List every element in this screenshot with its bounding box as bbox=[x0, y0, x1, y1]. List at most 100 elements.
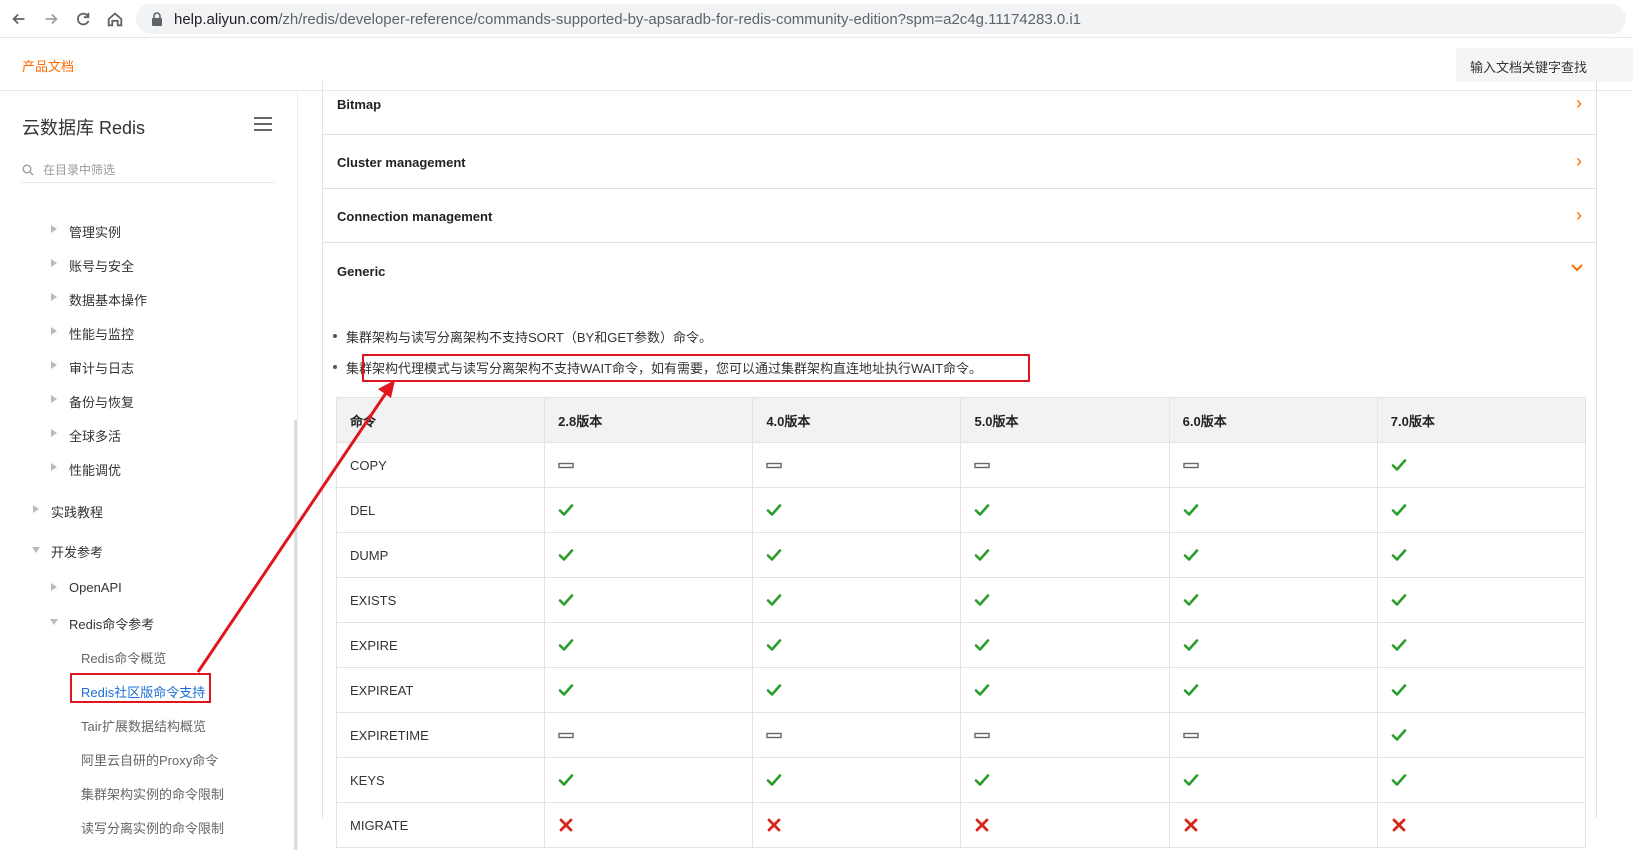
check-icon bbox=[558, 639, 574, 652]
cross-icon bbox=[559, 818, 573, 832]
cross-icon bbox=[976, 818, 989, 832]
chevron-right-icon: › bbox=[1576, 93, 1582, 113]
support-cell bbox=[1168, 622, 1378, 668]
table-header-row: 命令 2.8版本 4.0版本 5.0版本 6.0版本 7.0版本 bbox=[335, 397, 1587, 443]
header-cell: 2.8版本 bbox=[544, 397, 754, 443]
sidebar: 云数据库 Redis 在目录中筛选 bbox=[0, 91, 298, 850]
check-icon bbox=[1391, 729, 1407, 742]
check-icon bbox=[1391, 549, 1407, 562]
sidebar-item-proxy-commands[interactable]: 阿里云自研的Proxy命令 bbox=[81, 750, 218, 769]
command-cell: DUMP bbox=[335, 532, 546, 578]
caret-right-icon bbox=[51, 429, 57, 437]
check-icon bbox=[975, 639, 990, 652]
sidebar-item-redis-cmd-ref[interactable]: Redis命令参考 bbox=[50, 614, 154, 633]
doc-search-input[interactable]: 输入文档关键字查找 bbox=[1456, 48, 1633, 82]
check-icon bbox=[1391, 684, 1407, 697]
section-bitmap[interactable]: Bitmap › bbox=[322, 81, 1597, 135]
check-icon bbox=[1391, 459, 1407, 472]
sidebar-item-global-active[interactable]: 全球多活 bbox=[51, 426, 121, 445]
reload-icon[interactable] bbox=[70, 6, 96, 32]
support-cell bbox=[960, 667, 1170, 713]
check-icon bbox=[1391, 774, 1407, 787]
annotation-highlight-box bbox=[362, 354, 1030, 382]
check-icon bbox=[975, 594, 990, 607]
command-cell: COPY bbox=[335, 442, 546, 488]
support-cell bbox=[1168, 532, 1378, 578]
caret-right-icon bbox=[51, 583, 57, 591]
support-cell bbox=[1376, 532, 1587, 578]
sidebar-item-cluster-limits[interactable]: 集群架构实例的命令限制 bbox=[81, 784, 224, 803]
command-cell: KEYS bbox=[335, 757, 546, 803]
sidebar-scrollbar[interactable] bbox=[294, 420, 297, 850]
sidebar-item-tair-overview[interactable]: Tair扩展数据结构概览 bbox=[81, 716, 206, 735]
main-content: Bitmap › Cluster management › Connection… bbox=[322, 81, 1597, 850]
command-cell: EXPIREAT bbox=[335, 667, 546, 713]
table-row: DEL bbox=[335, 487, 1587, 533]
check-icon bbox=[558, 504, 574, 517]
dash-icon bbox=[766, 463, 783, 469]
sidebar-item-performance-monitor[interactable]: 性能与监控 bbox=[51, 324, 134, 343]
browser-toolbar: help.aliyun.com/zh/redis/developer-refer… bbox=[0, 0, 1633, 38]
header-cell: 命令 bbox=[335, 397, 546, 443]
section-cluster-management[interactable]: Cluster management › bbox=[322, 135, 1597, 189]
table-row: EXPIRETIME bbox=[335, 712, 1587, 758]
table-row: EXPIREAT bbox=[335, 667, 1587, 713]
check-icon bbox=[767, 684, 782, 697]
header-cell: 7.0版本 bbox=[1376, 397, 1587, 443]
header-cell: 5.0版本 bbox=[960, 397, 1170, 443]
url-host: help.aliyun.com bbox=[174, 10, 279, 28]
sidebar-item-data-ops[interactable]: 数据基本操作 bbox=[51, 290, 147, 309]
table-row: MIGRATE bbox=[335, 802, 1587, 848]
forward-arrow-icon[interactable] bbox=[38, 6, 64, 32]
chevron-right-icon: › bbox=[1576, 151, 1582, 171]
section-connection-management[interactable]: Connection management › bbox=[322, 189, 1597, 243]
support-cell bbox=[960, 802, 1170, 848]
sidebar-item-account-security[interactable]: 账号与安全 bbox=[51, 256, 134, 275]
command-cell: EXPIRE bbox=[335, 622, 546, 668]
sidebar-item-cmd-overview[interactable]: Redis命令概览 bbox=[81, 648, 166, 667]
check-icon bbox=[558, 594, 574, 607]
dash-icon bbox=[766, 733, 783, 739]
support-cell bbox=[544, 487, 754, 533]
address-bar[interactable]: help.aliyun.com/zh/redis/developer-refer… bbox=[136, 4, 1626, 34]
sidebar-item-dev-reference[interactable]: 开发参考 bbox=[32, 542, 103, 561]
menu-icon[interactable] bbox=[254, 117, 272, 131]
table-row: COPY bbox=[335, 442, 1587, 488]
sidebar-item-rw-split-limits[interactable]: 读写分离实例的命令限制 bbox=[81, 818, 224, 837]
check-icon bbox=[1183, 594, 1198, 607]
cross-icon bbox=[1392, 818, 1406, 832]
sidebar-item-audit-logs[interactable]: 审计与日志 bbox=[51, 358, 134, 377]
home-icon[interactable] bbox=[102, 6, 128, 32]
support-cell bbox=[752, 532, 962, 578]
support-cell bbox=[752, 487, 962, 533]
sidebar-filter-input[interactable]: 在目录中筛选 bbox=[22, 157, 274, 183]
section-generic[interactable]: Generic bbox=[322, 243, 1597, 299]
check-icon bbox=[767, 504, 782, 517]
caret-right-icon bbox=[51, 293, 57, 301]
sidebar-item-performance-tuning[interactable]: 性能调优 bbox=[51, 460, 121, 479]
support-cell bbox=[544, 442, 754, 488]
check-icon bbox=[975, 504, 990, 517]
dash-icon bbox=[558, 733, 574, 739]
table-row: KEYS bbox=[335, 757, 1587, 803]
cross-icon bbox=[1184, 818, 1198, 832]
sidebar-item-backup-restore[interactable]: 备份与恢复 bbox=[51, 392, 134, 411]
support-cell bbox=[960, 712, 1170, 758]
cross-icon bbox=[767, 818, 781, 832]
sidebar-item-tutorials[interactable]: 实践教程 bbox=[33, 502, 103, 521]
support-cell bbox=[752, 667, 962, 713]
product-docs-link[interactable]: 产品文档 bbox=[22, 56, 74, 75]
back-arrow-icon[interactable] bbox=[6, 6, 32, 32]
support-cell bbox=[1168, 577, 1378, 623]
caret-right-icon bbox=[51, 463, 57, 471]
check-icon bbox=[558, 549, 574, 562]
sidebar-item-openapi[interactable]: OpenAPI bbox=[51, 580, 122, 595]
sidebar-item-manage-instance[interactable]: 管理实例 bbox=[51, 222, 121, 241]
support-cell bbox=[1376, 712, 1587, 758]
section-label: Generic bbox=[337, 264, 386, 279]
support-cell bbox=[544, 622, 754, 668]
table-row: EXISTS bbox=[335, 577, 1587, 623]
check-icon bbox=[767, 549, 782, 562]
note-item: 集群架构与读写分离架构不支持SORT（BY和GET参数）命令。 bbox=[333, 327, 712, 346]
support-cell bbox=[960, 487, 1170, 533]
